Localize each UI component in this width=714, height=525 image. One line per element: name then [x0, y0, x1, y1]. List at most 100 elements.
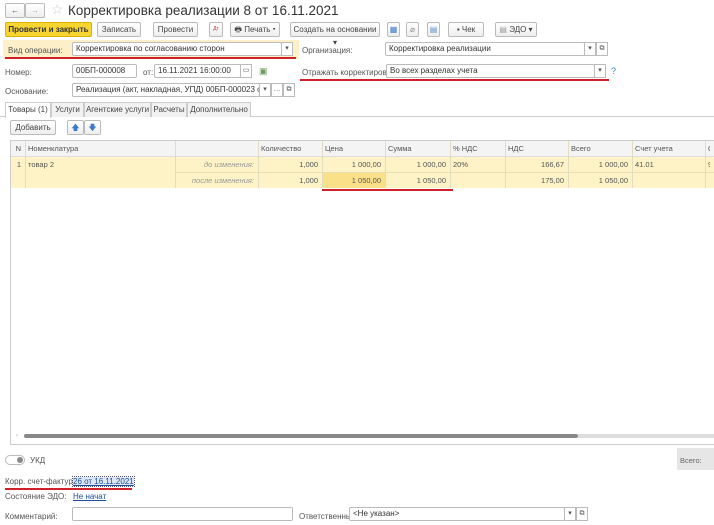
- table-cell: 1 000,00: [351, 160, 381, 169]
- basis-select[interactable]: Реализация (акт, накладная, УПД) 00БП-00…: [72, 83, 260, 97]
- corr-invoice-link[interactable]: 26 от 16.11.2021: [72, 476, 135, 487]
- number-field[interactable]: 00БП-000008: [72, 64, 137, 78]
- responsible-open[interactable]: ⧉: [576, 507, 588, 521]
- column-header[interactable]: Количество: [261, 141, 318, 156]
- calendar-icon[interactable]: ▭: [240, 64, 252, 78]
- ukd-toggle[interactable]: [5, 455, 25, 465]
- column-header[interactable]: % НДС: [453, 141, 501, 156]
- table-cell: 1 000,00: [416, 160, 446, 169]
- print-button[interactable]: 🖶 Печать ▾: [230, 22, 280, 37]
- table-cell: 41.01: [635, 160, 654, 169]
- column-header[interactable]: Счет учета: [635, 141, 701, 156]
- column-header[interactable]: НДС: [508, 141, 564, 156]
- column-header[interactable]: Сумма: [388, 141, 446, 156]
- red-underline: [300, 79, 609, 81]
- table-cell: 1 000,00: [598, 160, 628, 169]
- horizontal-scrollbar[interactable]: [24, 434, 578, 438]
- edo-state-link[interactable]: Не начат: [73, 492, 106, 501]
- tab-agent-services[interactable]: Агентские услуги: [84, 102, 151, 117]
- edo-button[interactable]: ▤ ЭДО ▾: [495, 22, 537, 37]
- operation-label: Вид операции:: [8, 46, 63, 55]
- basis-open[interactable]: ⧉: [283, 83, 295, 97]
- org-dropdown[interactable]: ▾: [584, 42, 596, 56]
- column-header[interactable]: Цена: [325, 141, 381, 156]
- create-based-button[interactable]: Создать на основании ▾: [290, 22, 380, 47]
- table-cell: до изменения:: [204, 160, 254, 169]
- basis-dropdown[interactable]: ▾: [259, 83, 271, 97]
- tab-payments[interactable]: Расчеты: [151, 102, 187, 117]
- table-cell: 20%: [453, 160, 469, 169]
- reflect-select[interactable]: Во всех разделах учета: [386, 64, 595, 78]
- column-header[interactable]: Номенклатура: [28, 141, 171, 156]
- number-label: Номер:: [5, 68, 32, 77]
- basis-choose[interactable]: …: [271, 83, 283, 97]
- table-cell: 9: [708, 157, 710, 172]
- org-label: Организация:: [302, 46, 353, 55]
- add-button[interactable]: Добавить: [10, 120, 56, 135]
- comment-input[interactable]: [72, 507, 293, 521]
- back-button[interactable]: ←: [5, 3, 25, 18]
- responsible-dropdown[interactable]: ▾: [564, 507, 576, 521]
- date-label: от:: [143, 68, 154, 77]
- edo-state-label: Состояние ЭДО:: [5, 492, 67, 501]
- scroll-left-icon[interactable]: ‹: [16, 433, 18, 439]
- column-divider: [175, 141, 176, 188]
- column-divider: [322, 141, 323, 188]
- column-divider: [258, 141, 259, 188]
- table-cell: 1: [16, 160, 21, 169]
- responsible-select[interactable]: <Не указан>: [349, 507, 565, 521]
- list-icon[interactable]: ▤: [427, 22, 440, 37]
- column-header[interactable]: С: [708, 141, 710, 156]
- receipt-button[interactable]: ▪ Чек: [448, 22, 484, 37]
- column-divider: [705, 141, 706, 188]
- printer-icon: 🖶: [234, 25, 245, 34]
- red-underline: [5, 57, 296, 59]
- operation-dropdown[interactable]: ▾: [281, 42, 293, 56]
- org-select[interactable]: Корректировка реализации: [385, 42, 585, 56]
- comment-label: Комментарий:: [5, 512, 58, 521]
- star-icon[interactable]: ☆: [51, 1, 64, 18]
- scrollbar-track: [578, 434, 714, 438]
- tab-additional[interactable]: Дополнительно: [187, 102, 251, 117]
- table-cell: 1 050,00: [598, 176, 628, 185]
- column-divider: [25, 141, 26, 188]
- tab-services[interactable]: Услуги: [51, 102, 84, 117]
- table-cell: 1,000: [299, 176, 318, 185]
- column-divider: [450, 141, 451, 188]
- column-header[interactable]: N: [14, 141, 21, 156]
- dt-kt-icon[interactable]: Дт: [209, 22, 223, 37]
- table-cell: товар 2: [28, 160, 55, 169]
- column-divider: [505, 141, 506, 188]
- page-title: Корректировка реализации 8 от 16.11.2021: [68, 3, 339, 18]
- red-underline: [5, 488, 132, 490]
- operation-select[interactable]: Корректировка по согласованию сторон: [72, 42, 282, 56]
- org-open[interactable]: ⧉: [596, 42, 608, 56]
- table-cell: после изменения:: [191, 176, 254, 185]
- date-field[interactable]: 16.11.2021 16:00:00: [154, 64, 241, 78]
- post-button[interactable]: Провести: [153, 22, 198, 37]
- column-divider: [568, 141, 569, 188]
- post-close-button[interactable]: Провести и закрыть: [5, 22, 92, 37]
- table-cell: 1 050,00: [351, 176, 381, 185]
- edo-icon: ▤: [499, 25, 510, 34]
- structure-icon[interactable]: ▦: [387, 22, 400, 37]
- total-label: Всего:: [677, 448, 714, 470]
- basis-label: Основание:: [5, 87, 49, 96]
- column-divider: [632, 141, 633, 188]
- tab-goods[interactable]: Товары (1): [5, 102, 51, 118]
- move-up-icon[interactable]: 🡅: [67, 120, 84, 135]
- table-cell: 175,00: [541, 176, 564, 185]
- reflect-label: Отражать корректировку:: [302, 68, 397, 77]
- table-cell: 166,67: [541, 160, 564, 169]
- help-icon[interactable]: ?: [611, 66, 616, 76]
- corr-invoice-label: Корр. счет-фактура:: [5, 477, 80, 486]
- reflect-dropdown[interactable]: ▾: [594, 64, 606, 78]
- ukd-label: УКД: [30, 456, 46, 465]
- save-button[interactable]: Записать: [97, 22, 141, 37]
- number-edit-icon[interactable]: ▣: [259, 66, 268, 77]
- move-down-icon[interactable]: 🡇: [84, 120, 101, 135]
- attach-icon[interactable]: ⌀: [406, 22, 419, 37]
- forward-button[interactable]: →: [25, 3, 45, 18]
- column-header[interactable]: Всего: [571, 141, 628, 156]
- red-underline: [322, 189, 453, 191]
